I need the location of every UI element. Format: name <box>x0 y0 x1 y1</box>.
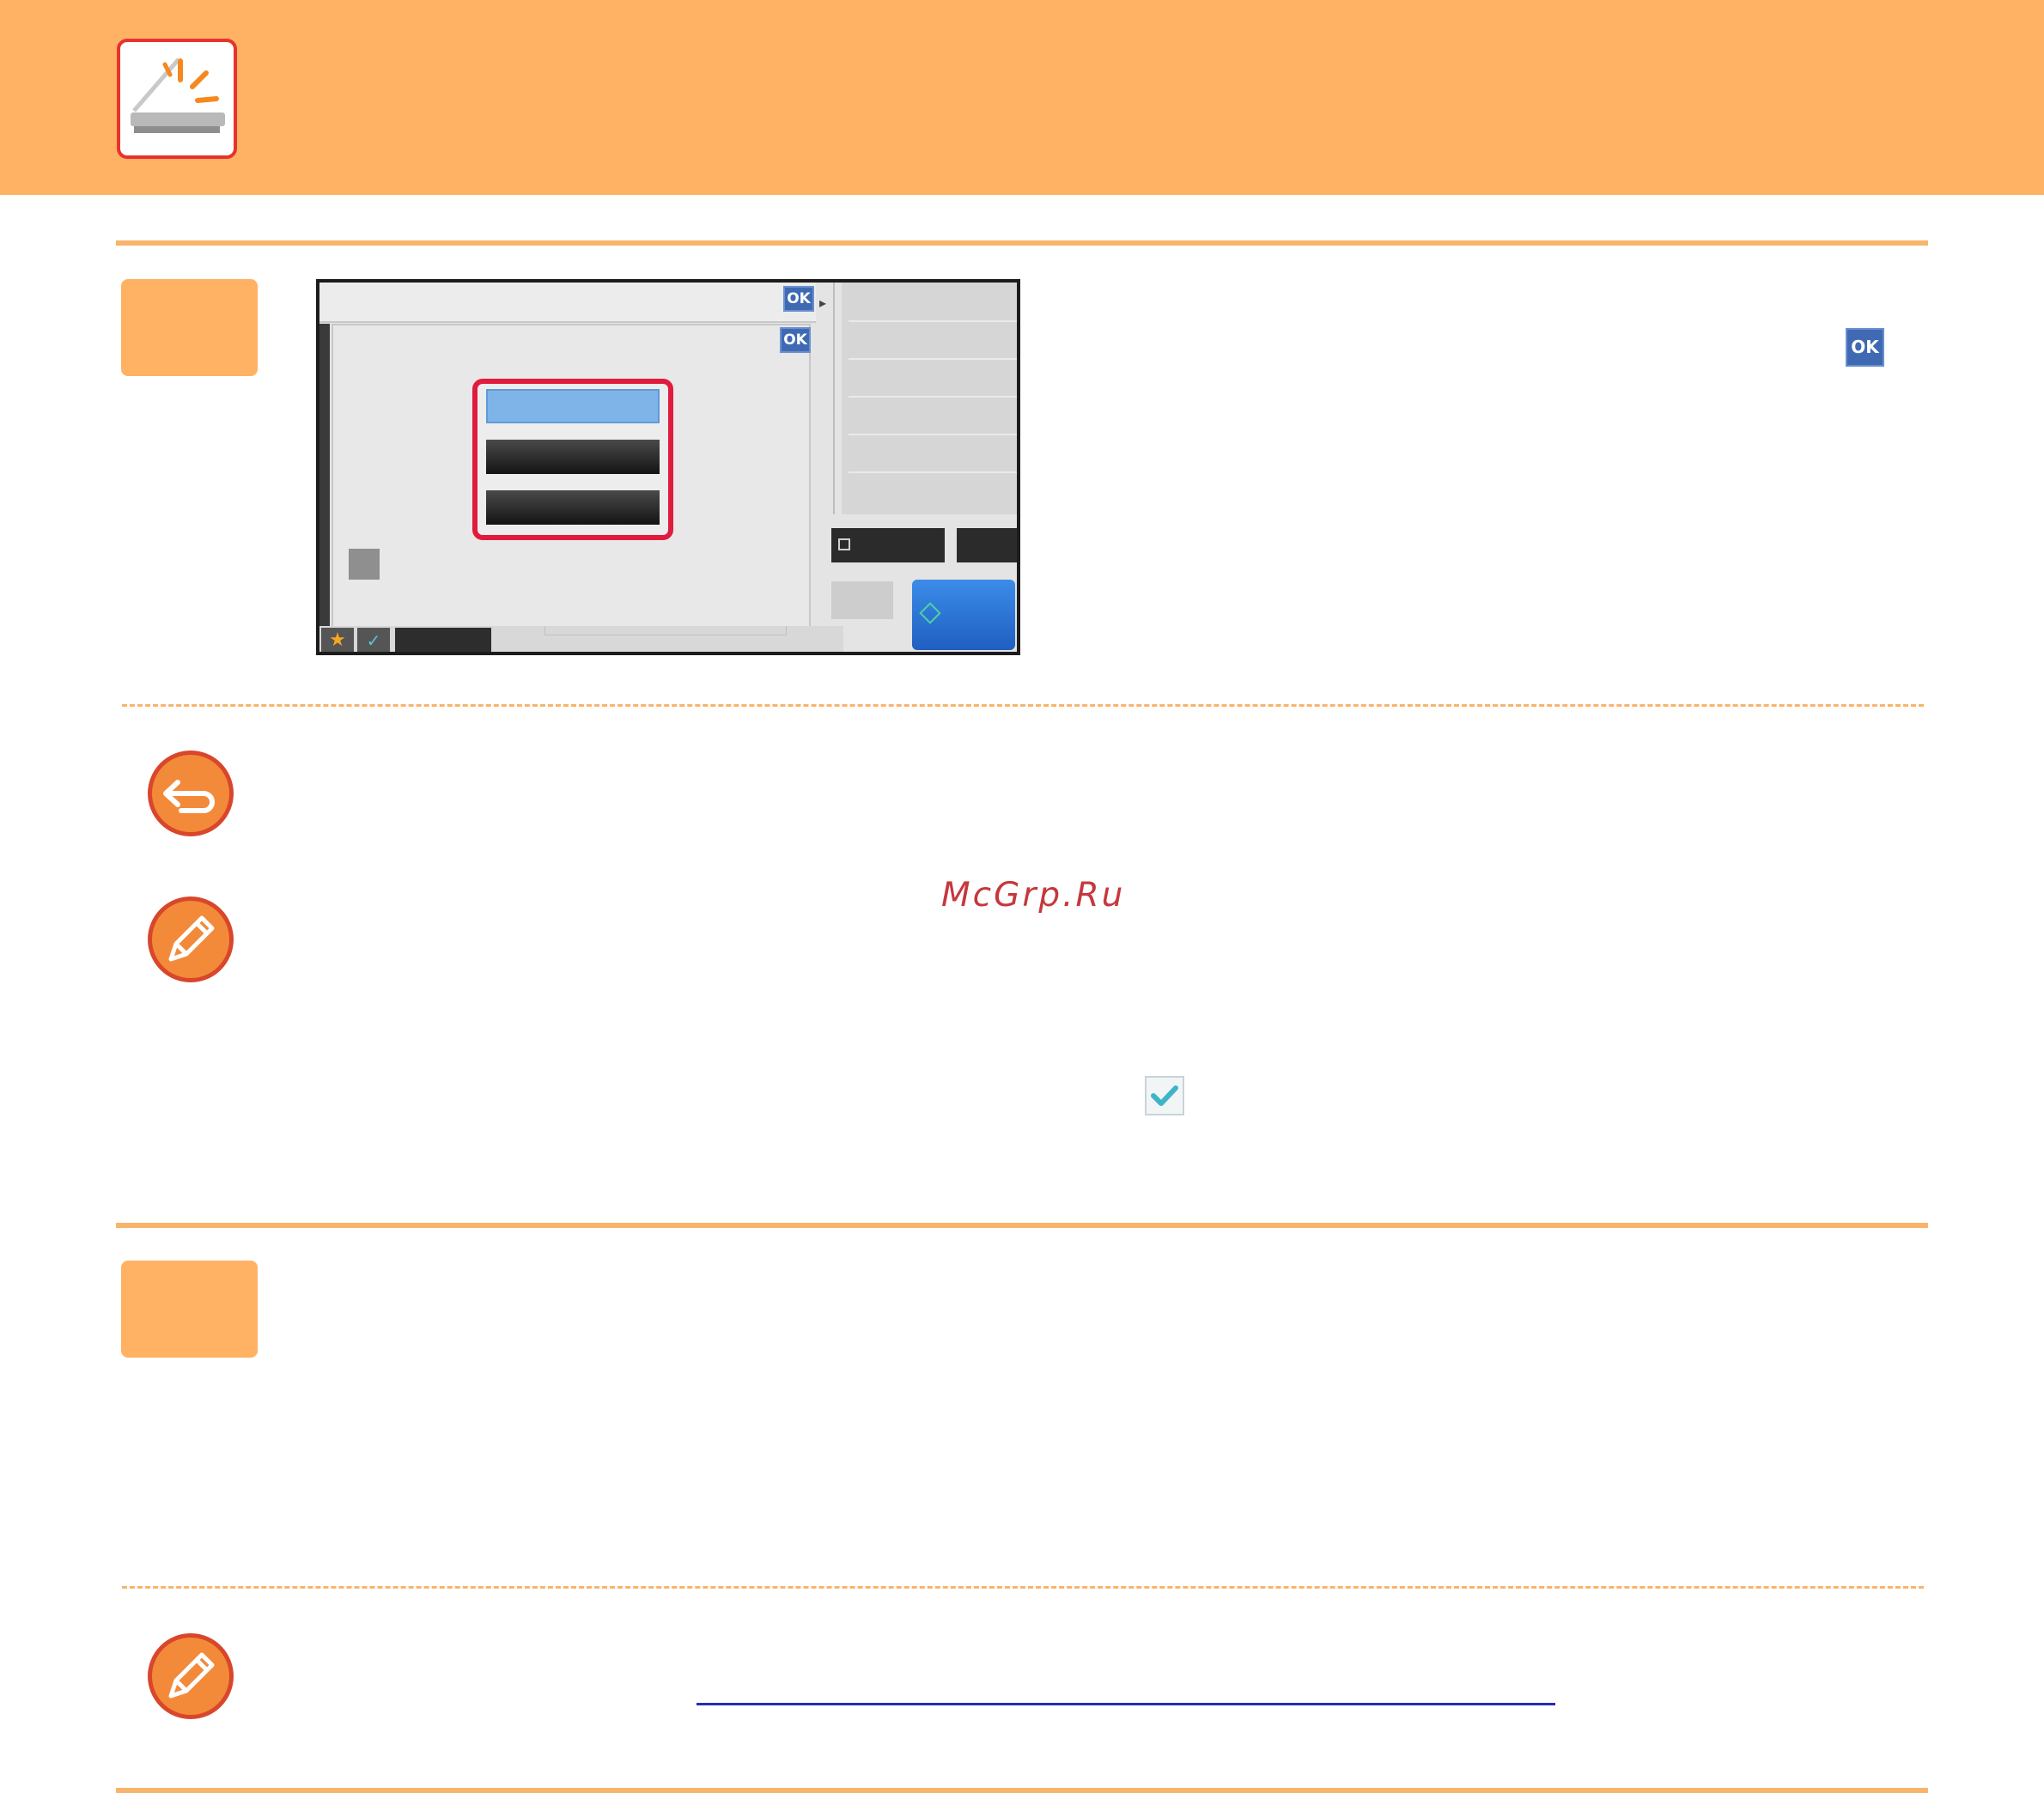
reference-link[interactable] <box>697 1703 1555 1705</box>
screen-ok-top-button[interactable]: OK <box>783 286 814 312</box>
option-button-selected[interactable] <box>486 389 660 423</box>
return-arrow-icon <box>148 751 234 836</box>
screen-disabled-button <box>831 581 893 619</box>
check-icon[interactable]: ✓ <box>357 628 390 652</box>
checkmark-icon <box>1145 1076 1184 1115</box>
header-band <box>0 0 2044 195</box>
screen-bottom-button[interactable] <box>395 628 491 652</box>
section-rule-middle <box>116 1223 1928 1228</box>
step-1-box <box>121 279 258 376</box>
scanner-icon <box>117 39 237 159</box>
ok-inline-icon: OK <box>1846 328 1884 367</box>
step-2-box <box>121 1261 258 1358</box>
dashed-divider-1 <box>122 704 1924 707</box>
screen-scroll-track <box>544 626 787 635</box>
section-rule-top <box>116 240 1928 246</box>
screen-ok-dialog-button[interactable]: OK <box>780 327 811 353</box>
section-rule-bottom <box>116 1788 1928 1793</box>
start-button[interactable] <box>912 580 1015 650</box>
star-icon[interactable]: ★ <box>321 628 354 652</box>
screen-left-tabs <box>319 324 330 633</box>
watermark-text: McGrp.Ru <box>941 876 1126 915</box>
preview-button[interactable] <box>831 528 945 562</box>
dashed-divider-2 <box>122 1586 1924 1589</box>
screen-mockup: OK ▸ OK ★ ✓ <box>316 279 1020 655</box>
start-icon <box>919 602 941 624</box>
option-button-3[interactable] <box>486 490 660 525</box>
screen-divider <box>833 283 835 514</box>
screen-gray-key[interactable] <box>349 549 380 580</box>
pencil-icon <box>148 896 234 982</box>
screen-right-panel <box>842 283 1017 514</box>
screen-side-button[interactable] <box>957 528 1017 562</box>
option-button-2[interactable] <box>486 440 660 474</box>
pencil-icon <box>148 1633 234 1719</box>
preview-icon <box>838 538 850 550</box>
screen-title-bar <box>319 283 816 323</box>
